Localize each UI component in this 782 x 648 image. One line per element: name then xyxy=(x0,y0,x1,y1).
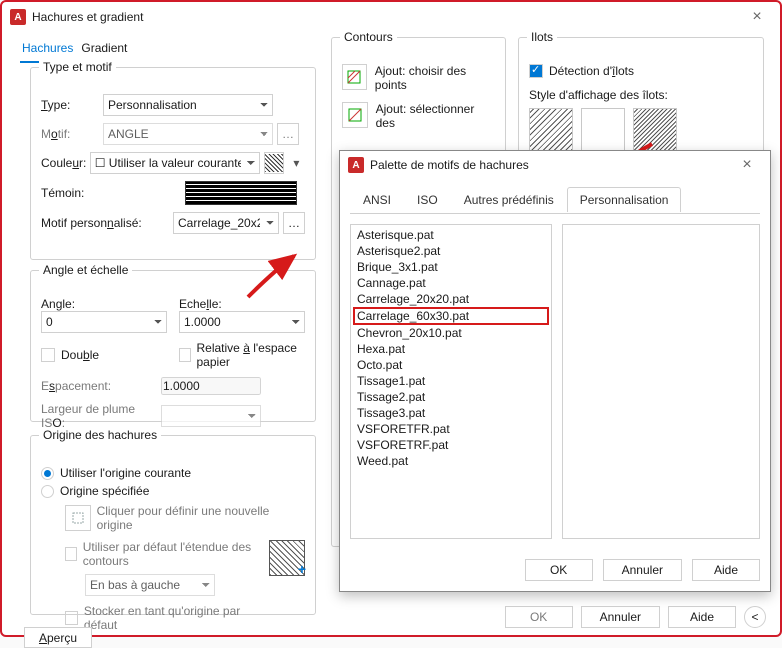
pick-points-button[interactable] xyxy=(342,64,367,90)
tab-iso[interactable]: ISO xyxy=(404,187,451,212)
list-item[interactable]: Tissage2.pat xyxy=(353,389,549,405)
dialog-titlebar: A Palette de motifs de hachures × xyxy=(340,151,770,179)
pattern-list[interactable]: Asterisque.patAsterisque2.patBrique_3x1.… xyxy=(350,224,552,539)
group-angle-echelle: Angle et échelle Angle: 0 Echelle: 1.000… xyxy=(30,270,316,422)
radio-origine-specifiee[interactable]: Origine spécifiée xyxy=(41,484,305,498)
list-item[interactable]: Tissage1.pat xyxy=(353,373,549,389)
label-relative: Relative à l'espace papier xyxy=(197,341,306,369)
hatch-pick-icon xyxy=(346,69,362,85)
hatch-select-icon xyxy=(347,107,363,123)
list-item[interactable]: Carrelage_20x20.pat xyxy=(353,291,549,307)
checkbox-icon xyxy=(65,611,78,625)
dialog-ok-button[interactable]: OK xyxy=(525,559,593,581)
list-item[interactable]: VSFORETFR.pat xyxy=(353,421,549,437)
group-type-motif: Type et motif Type: Personnalisation Mot… xyxy=(30,67,316,260)
label-espacement: Espacement: xyxy=(41,379,161,393)
label-couleur: Couleur: xyxy=(41,156,90,170)
label-custom-pattern: Motif personnalisé: xyxy=(41,216,173,230)
legend-contours: Contours xyxy=(340,30,397,44)
label-click-origin: Cliquer pour définir une nouvelle origin… xyxy=(97,504,305,532)
expand-button[interactable]: < xyxy=(744,606,766,628)
chevron-down-icon[interactable]: ▾ xyxy=(288,152,305,174)
input-espacement xyxy=(161,377,261,395)
radio-off-icon xyxy=(41,485,54,498)
origin-preview-icon: + xyxy=(269,540,305,576)
select-type[interactable]: Personnalisation xyxy=(103,94,273,116)
legend-ilots: Ilots xyxy=(527,30,557,44)
checkbox-icon xyxy=(179,348,191,362)
group-origine: Origine des hachures Utiliser l'origine … xyxy=(30,435,316,615)
select-couleur[interactable]: ☐ Utiliser la valeur courante xyxy=(90,152,260,174)
list-item[interactable]: Asterisque.pat xyxy=(353,227,549,243)
label-temoin: Témoin: xyxy=(41,186,103,200)
label-angle: Angle: xyxy=(41,297,167,311)
pattern-button[interactable] xyxy=(264,152,284,174)
custom-browse-button[interactable]: … xyxy=(283,212,305,234)
select-position: En bas à gauche xyxy=(85,574,215,596)
label-detection: Détection d'îlots xyxy=(549,64,634,78)
select-largeur xyxy=(161,405,261,427)
list-item[interactable]: Tissage3.pat xyxy=(353,405,549,421)
list-item[interactable]: Chevron_20x10.pat xyxy=(353,325,549,341)
list-item[interactable]: VSFORETRF.pat xyxy=(353,437,549,453)
checkbox-icon xyxy=(41,348,55,362)
select-echelle[interactable]: 1.0000 xyxy=(179,311,305,333)
legend-type: Type et motif xyxy=(39,60,116,74)
dialog-close-icon[interactable]: × xyxy=(732,156,762,174)
tab-ansi[interactable]: ANSI xyxy=(350,187,404,212)
select-motif: ANGLE xyxy=(103,123,273,145)
label-type: Type: xyxy=(41,98,103,112)
list-item[interactable]: Hexa.pat xyxy=(353,341,549,357)
label-style-ilots: Style d'affichage des îlots: xyxy=(529,88,753,102)
pick-origin-button xyxy=(65,505,91,531)
dialog-title: Palette de motifs de hachures xyxy=(370,158,732,172)
label-double: Double xyxy=(61,348,99,362)
motif-browse-button: … xyxy=(277,123,299,145)
main-ok-button: OK xyxy=(505,606,573,628)
legend-origine: Origine des hachures xyxy=(39,428,161,442)
list-item[interactable]: Weed.pat xyxy=(353,453,549,469)
pattern-preview xyxy=(562,224,760,539)
checkbox-relative[interactable]: Relative à l'espace papier xyxy=(179,341,305,369)
main-annuler-button[interactable]: Annuler xyxy=(581,606,660,628)
swatch-preview[interactable] xyxy=(185,181,297,205)
dialog-palette-motifs: A Palette de motifs de hachures × ANSI I… xyxy=(339,150,771,592)
list-item[interactable]: Brique_3x1.pat xyxy=(353,259,549,275)
app-icon: A xyxy=(348,157,364,173)
diagonal-hatch-icon xyxy=(265,154,283,172)
label-pick-points: Ajout: choisir des points xyxy=(375,64,495,92)
checkbox-icon xyxy=(65,547,77,561)
main-aide-button[interactable]: Aide xyxy=(668,606,736,628)
legend-angle: Angle et échelle xyxy=(39,263,132,277)
radio-origine-courante[interactable]: Utiliser l'origine courante xyxy=(41,466,305,480)
list-item[interactable]: Octo.pat xyxy=(353,357,549,373)
label-echelle: Echelle: xyxy=(179,297,305,311)
window-title: Hachures et gradient xyxy=(32,10,742,24)
close-icon[interactable]: × xyxy=(742,8,772,26)
list-item[interactable]: Cannage.pat xyxy=(353,275,549,291)
select-angle[interactable]: 0 xyxy=(41,311,167,333)
main-titlebar: A Hachures et gradient × xyxy=(2,2,780,32)
label-largeur: Largeur de plume ISO: xyxy=(41,402,161,430)
select-objects-button[interactable] xyxy=(342,102,368,128)
label-utiliser-etendue: Utiliser par défaut l'étendue des contou… xyxy=(83,540,259,568)
plus-icon: + xyxy=(298,561,306,577)
radio-on-icon xyxy=(41,467,54,480)
dialog-annuler-button[interactable]: Annuler xyxy=(603,559,682,581)
label-stocker: Stocker en tant qu'origine par défaut xyxy=(84,604,259,632)
target-icon xyxy=(71,511,85,525)
apercu-button[interactable]: Aperçu xyxy=(24,627,92,648)
tab-autres[interactable]: Autres prédéfinis xyxy=(451,187,567,212)
list-item[interactable]: Carrelage_60x30.pat xyxy=(353,307,549,325)
select-custom-pattern[interactable]: Carrelage_20x20 xyxy=(173,212,279,234)
list-item[interactable]: Asterisque2.pat xyxy=(353,243,549,259)
checkbox-checked-icon xyxy=(529,64,543,78)
label-motif: Motif: xyxy=(41,127,103,141)
checkbox-detection-ilots[interactable]: Détection d'îlots xyxy=(529,64,753,78)
app-icon: A xyxy=(10,9,26,25)
checkbox-double[interactable]: Double xyxy=(41,341,167,369)
label-select-objects: Ajout: sélectionner des xyxy=(376,102,495,130)
tab-personnalisation[interactable]: Personnalisation xyxy=(567,187,682,212)
dialog-aide-button[interactable]: Aide xyxy=(692,559,760,581)
